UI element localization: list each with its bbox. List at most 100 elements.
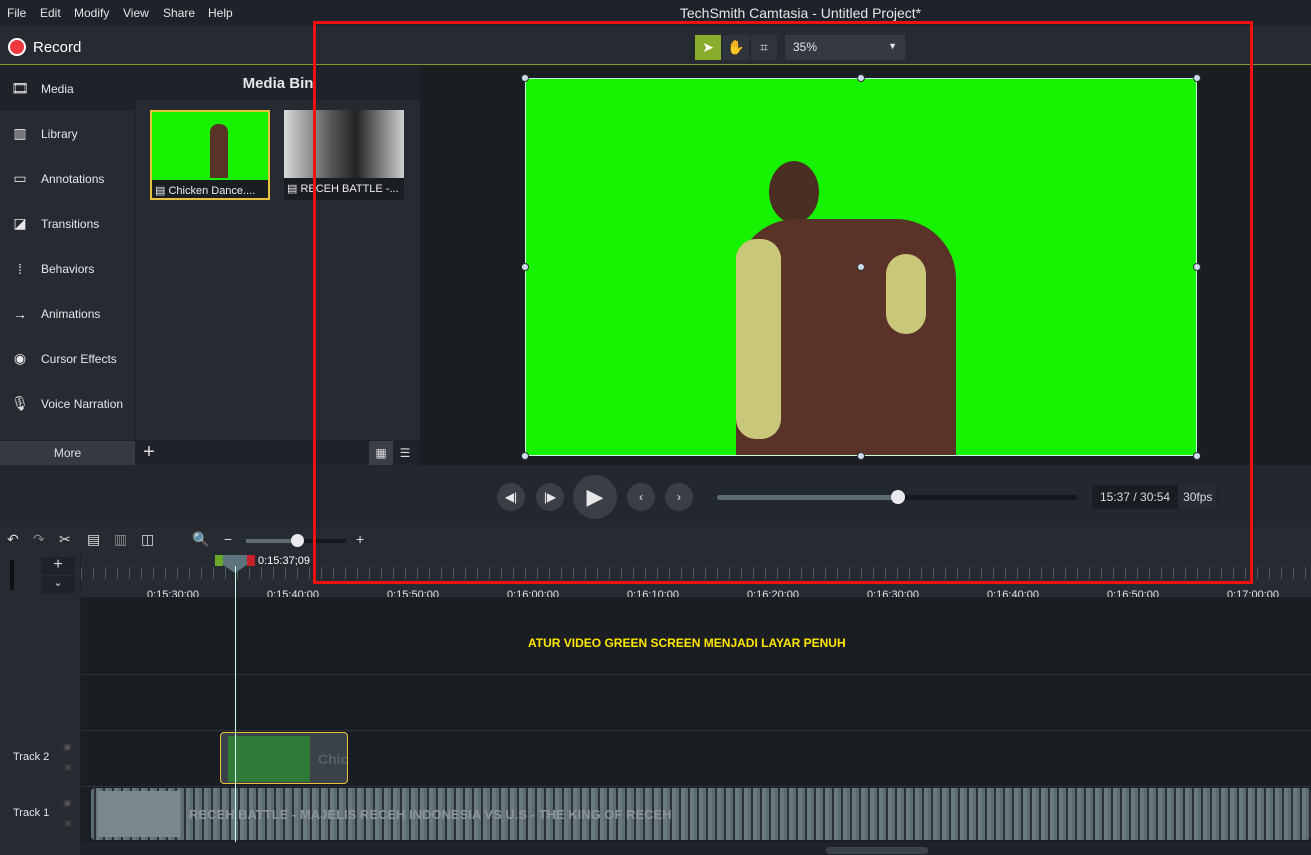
cursor-icon: ◉ xyxy=(13,350,27,366)
sidebar-item-media[interactable]: 🎞 Media xyxy=(0,66,135,111)
film-icon: 🎞 xyxy=(11,80,29,96)
clip-label: Chic xyxy=(318,751,348,767)
resize-handle[interactable] xyxy=(521,74,529,82)
sidebar-item-library[interactable]: ▥ Library xyxy=(0,111,135,156)
zoom-dropdown[interactable]: 35% ▼ xyxy=(785,35,905,60)
sidebar-item-behaviors[interactable]: ⁞ Behaviors xyxy=(0,246,135,291)
resize-handle[interactable] xyxy=(1193,263,1201,271)
tutorial-caption: ATUR VIDEO GREEN SCREEN MENJADI LAYAR PE… xyxy=(528,636,846,650)
eye-icon[interactable]: ◉ xyxy=(63,742,72,753)
playback-scrubber[interactable] xyxy=(717,490,1077,504)
undo-icon[interactable]: ↶ xyxy=(7,531,19,548)
sidebar-item-transitions[interactable]: ◪ Transitions xyxy=(0,201,135,246)
sidebar-item-annotations[interactable]: ▭ Annotations xyxy=(0,156,135,201)
next-button[interactable]: › xyxy=(665,483,693,511)
time-readout: 15:37 / 30:54 xyxy=(1100,490,1171,504)
pan-hand-icon[interactable]: ✋ xyxy=(723,35,749,60)
scrollbar-thumb[interactable] xyxy=(826,847,928,854)
zoom-in-icon[interactable]: + xyxy=(356,531,364,547)
paste-icon[interactable]: ▥ xyxy=(114,531,127,548)
track-2-label: Track 2 xyxy=(13,751,50,763)
zoom-out-icon[interactable]: − xyxy=(224,531,232,547)
canvas-tools: ➤ ✋ ⌗ xyxy=(695,35,777,60)
time-display: 15:37 / 30:54 30fps xyxy=(1092,485,1218,509)
cut-icon[interactable]: ✂ xyxy=(59,531,71,548)
eye-icon[interactable]: ◉ xyxy=(63,798,72,809)
resize-handle[interactable] xyxy=(857,74,865,82)
step-back-button[interactable]: ◀| xyxy=(497,483,525,511)
search-icon[interactable]: 🔍 xyxy=(192,531,209,548)
redo-icon[interactable]: ↷ xyxy=(33,531,45,548)
film-icon: ▤ xyxy=(155,185,169,197)
record-button[interactable]: Record xyxy=(33,39,81,56)
sidebar-item-label: Animations xyxy=(41,306,101,321)
scrubber-fill xyxy=(717,495,899,500)
clip-chicken-dance[interactable]: Chic xyxy=(220,732,348,784)
window-title: TechSmith Camtasia - Untitled Project* xyxy=(679,5,922,21)
thumbnail xyxy=(284,110,404,178)
media-bin-title: Media Bin xyxy=(136,66,420,100)
lock-icon[interactable]: ▣ xyxy=(64,762,73,773)
resize-handle[interactable] xyxy=(1193,74,1201,82)
play-button[interactable]: ▶ xyxy=(573,475,617,519)
list-view-icon[interactable]: ☰ xyxy=(393,441,417,465)
animation-arrow-icon: → xyxy=(13,305,27,322)
resize-handle[interactable] xyxy=(1193,452,1201,460)
track-divider xyxy=(0,674,1311,675)
sidebar-item-voice-narration[interactable]: 🎙 Voice Narration xyxy=(0,381,135,426)
sidebar-item-label: Cursor Effects xyxy=(41,351,117,366)
annotation-icon: ▭ xyxy=(13,170,27,186)
copy-icon[interactable]: ▤ xyxy=(87,531,100,548)
clip-thumbnail xyxy=(228,736,310,782)
film-icon: ▤ xyxy=(287,183,301,195)
chevron-down-icon[interactable]: ⌄ xyxy=(41,576,75,594)
select-arrow-icon[interactable]: ➤ xyxy=(695,35,721,60)
add-media-button[interactable]: + xyxy=(136,441,162,465)
sidebar-item-label: Library xyxy=(41,126,78,141)
microphone-icon: 🎙 xyxy=(11,395,29,411)
clip-label: RECEH BATTLE - MAJELIS RECEH INDONESIA V… xyxy=(189,807,672,822)
thumbnail xyxy=(152,112,268,180)
resize-handle[interactable] xyxy=(857,452,865,460)
books-icon: ▥ xyxy=(13,125,27,141)
selection-start-marker[interactable] xyxy=(215,555,223,566)
fps-readout: 30fps xyxy=(1178,485,1218,509)
view-toggle: ▦ ☰ xyxy=(369,441,417,465)
lock-icon[interactable]: ▣ xyxy=(64,818,73,829)
playhead-line xyxy=(235,566,236,842)
resize-handle[interactable] xyxy=(521,452,529,460)
sidebar-item-label: Behaviors xyxy=(41,261,95,276)
track-1-label: Track 1 xyxy=(13,807,50,819)
record-icon[interactable] xyxy=(8,38,26,56)
media-item-receh-battle[interactable]: ▤ RECEH BATTLE -... xyxy=(284,110,404,200)
more-button[interactable]: More xyxy=(0,441,135,465)
clip-receh-battle[interactable]: RECEH BATTLE - MAJELIS RECEH INDONESIA V… xyxy=(91,788,1311,840)
track-height-slider[interactable] xyxy=(10,560,14,590)
split-icon[interactable]: ◫ xyxy=(141,531,154,548)
previous-button[interactable]: ‹ xyxy=(627,483,655,511)
record-bar xyxy=(0,26,1311,65)
sidebar-item-cursor-effects[interactable]: ◉ Cursor Effects xyxy=(0,336,135,381)
track-divider xyxy=(0,730,1311,731)
chevron-down-icon: ▼ xyxy=(888,41,897,51)
add-track-button[interactable]: + xyxy=(41,557,75,575)
timeline-scrollbar[interactable] xyxy=(81,846,1311,855)
zoom-slider-knob[interactable] xyxy=(291,534,304,547)
resize-handle[interactable] xyxy=(521,263,529,271)
rotate-handle[interactable] xyxy=(857,263,865,271)
playhead-time: 0:15:37;09 xyxy=(258,555,310,567)
zoom-value: 35% xyxy=(793,40,818,54)
media-item-chicken-dance[interactable]: ▤ Chicken Dance.... xyxy=(150,110,270,200)
step-forward-button[interactable]: |▶ xyxy=(536,483,564,511)
media-item-label: Chicken Dance.... xyxy=(168,185,256,197)
clip-thumbnail xyxy=(98,791,180,837)
grid-view-icon[interactable]: ▦ xyxy=(369,441,393,465)
sidebar-item-label: Media xyxy=(41,81,74,96)
sidebar-item-animations[interactable]: → Animations xyxy=(0,291,135,336)
crop-icon[interactable]: ⌗ xyxy=(751,35,777,60)
sidebar-item-label: Transitions xyxy=(41,216,100,231)
sidebar-item-label: Voice Narration xyxy=(41,396,124,411)
track-divider xyxy=(0,786,1311,787)
sidebar-item-label: Annotations xyxy=(41,171,105,186)
selection-end-marker[interactable] xyxy=(247,555,255,566)
